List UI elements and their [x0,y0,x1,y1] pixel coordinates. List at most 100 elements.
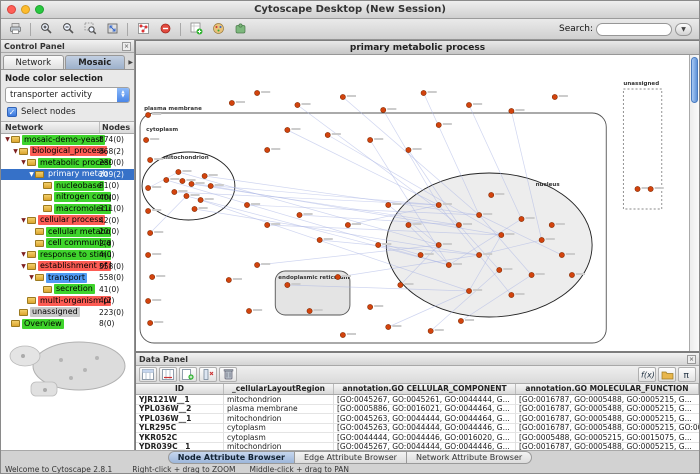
network-node[interactable] [436,242,441,247]
expander-icon[interactable]: ▼ [20,159,27,166]
network-node[interactable] [145,208,150,213]
network-node[interactable] [148,230,153,235]
select-nodes-checkbox[interactable]: ✓ [7,107,17,117]
network-node[interactable] [381,107,386,112]
expander-icon[interactable]: ▼ [12,148,19,155]
network-node[interactable] [466,102,471,107]
node-color-select[interactable]: transporter activity ▲▼ [5,87,130,103]
tab-network-attribute-browser[interactable]: Network Attribute Browser [407,451,532,464]
network-overview-thumbnail[interactable] [1,330,134,450]
network-node[interactable] [198,197,203,202]
network-node[interactable] [519,216,524,221]
tree-item-cellular-process[interactable]: ▼cellular process42(0) [1,215,134,227]
network-node[interactable] [145,112,150,117]
tree-item-cell-communicat[interactable]: cell communicat2(0) [1,238,134,250]
import-network-button[interactable] [186,21,206,38]
network-node[interactable] [145,185,150,190]
tab-overflow-arrow-icon[interactable]: ▶ [128,59,133,66]
zoom-selected-button[interactable] [80,21,100,38]
network-node[interactable] [295,102,300,107]
tree-item-response-to-stimu[interactable]: ▼response to stimu4(0) [1,249,134,261]
network-node[interactable] [559,252,564,257]
network-node[interactable] [317,237,322,242]
network-node[interactable] [648,186,653,191]
network-node[interactable] [549,222,554,227]
network-node[interactable] [529,272,534,277]
tab-edge-attribute-browser[interactable]: Edge Attribute Browser [295,451,407,464]
network-overview-button[interactable] [133,21,153,38]
delete-attribute-button[interactable] [199,367,217,382]
network-node[interactable] [325,132,330,137]
network-node[interactable] [229,100,234,105]
network-node[interactable] [418,252,423,257]
network-node[interactable] [265,222,270,227]
network-node[interactable] [145,298,150,303]
destroy-network-button[interactable] [155,21,175,38]
network-node[interactable] [202,173,207,178]
search-input[interactable] [596,23,672,36]
network-node[interactable] [428,328,433,333]
formula-button[interactable]: π [678,367,696,382]
zoom-out-button[interactable] [58,21,78,38]
network-node[interactable] [386,202,391,207]
table-row[interactable]: YJR121W__1mitochondrion[GO:0045267, GO:0… [136,395,699,405]
tree-item-multi-organism-pro[interactable]: multi-organism pro4(2) [1,295,134,307]
network-node[interactable] [176,169,181,174]
network-node[interactable] [406,147,411,152]
network-node[interactable] [406,222,411,227]
network-node[interactable] [552,94,557,99]
tree-column-nodes[interactable]: Nodes [100,122,134,133]
network-node[interactable] [421,90,426,95]
zoom-fit-button[interactable] [102,21,122,38]
data-panel-close-icon[interactable]: × [687,355,696,364]
network-node[interactable] [569,272,574,277]
network-node[interactable] [180,178,185,183]
expander-icon[interactable]: ▼ [20,263,27,270]
tree-column-network[interactable]: Network [1,122,100,133]
network-node[interactable] [285,127,290,132]
network-node[interactable] [184,193,189,198]
trash-button[interactable] [219,367,237,382]
column-header-id[interactable]: ID [136,384,224,394]
tree-item-unassigned[interactable]: unassigned223(0) [1,307,134,319]
network-node[interactable] [265,147,270,152]
network-node[interactable] [398,282,403,287]
tab-mosaic[interactable]: Mosaic [65,55,126,69]
network-vertical-scrollbar[interactable] [689,55,699,351]
network-node[interactable] [497,267,502,272]
network-node[interactable] [297,212,302,217]
network-node[interactable] [539,237,544,242]
network-node[interactable] [499,232,504,237]
tree-item-biological-process[interactable]: ▼biological_process868(2) [1,146,134,158]
tree-item-nucleobase[interactable]: nucleobase81(0) [1,180,134,192]
import-attributes-button[interactable] [658,367,676,382]
network-node[interactable] [446,262,451,267]
tree-item-establishment-of-lo[interactable]: ▼establishment of lo558(0) [1,261,134,273]
network-node[interactable] [367,137,372,142]
network-node[interactable] [476,252,481,257]
network-node[interactable] [192,206,197,211]
network-node[interactable] [489,192,494,197]
table-row[interactable]: YPL036W__1mitochondrion[GO:0045263, GO:0… [136,414,699,424]
network-node[interactable] [476,212,481,217]
network-canvas[interactable]: plasma membranecytoplasmmitochondrionnuc… [136,55,689,351]
network-node[interactable] [386,324,391,329]
table-row[interactable]: YDR039C__1mitochondrion[GO:0045267, GO:0… [136,443,699,451]
network-node[interactable] [376,242,381,247]
network-node[interactable] [148,157,153,162]
tree-item-secretion[interactable]: secretion41(0) [1,284,134,296]
network-node[interactable] [285,282,290,287]
table-row[interactable]: YKR052Ccytoplasm[GO:0044444, GO:0044446,… [136,433,699,443]
network-node[interactable] [244,202,249,207]
expander-icon[interactable]: ▼ [28,171,35,178]
network-node[interactable] [307,308,312,313]
tree-item-mosaic-demo-yeast[interactable]: ▼mosaic-demo-yeast874(0) [1,134,134,146]
network-node[interactable] [436,122,441,127]
expander-icon[interactable]: ▼ [20,251,27,258]
network-node[interactable] [509,292,514,297]
network-node[interactable] [172,189,177,194]
network-node[interactable] [254,90,259,95]
network-node[interactable] [345,222,350,227]
function-builder-button[interactable]: f(x) [638,367,656,382]
network-node[interactable] [148,320,153,325]
